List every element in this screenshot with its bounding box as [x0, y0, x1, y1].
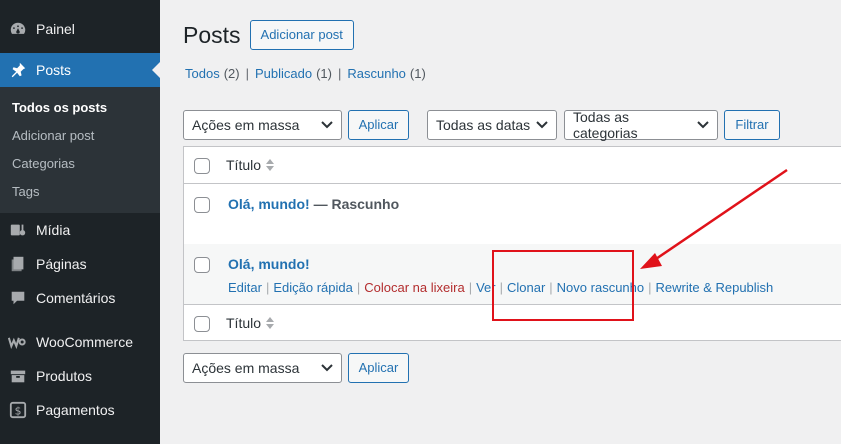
bulk-actions-value: Ações em massa [192, 117, 300, 133]
table-row: Olá, mundo! — Rascunho [184, 184, 841, 244]
row-checkbox[interactable] [194, 197, 210, 213]
menu-item-pagamentos[interactable]: $ Pagamentos [0, 393, 160, 427]
sort-icon [265, 158, 275, 172]
view-draft-link[interactable]: Rascunho [347, 66, 406, 81]
view-all-count: (2) [223, 66, 240, 81]
submenu-categorias[interactable]: Categorias [0, 149, 160, 177]
chevron-down-icon [321, 362, 333, 374]
apply-button-top[interactable]: Aplicar [348, 110, 409, 140]
menu-item-midia[interactable]: Mídia [0, 213, 160, 247]
edit-link[interactable]: Editar [228, 280, 262, 295]
post-title-link[interactable]: Olá, mundo! [228, 196, 310, 212]
highlight-box [492, 250, 634, 321]
view-all-link[interactable]: Todos [185, 66, 220, 81]
menu-item-posts[interactable]: Posts [0, 53, 160, 87]
menu-item-comentarios[interactable]: Comentários [0, 281, 160, 315]
menu-label: Painel [36, 21, 75, 37]
menu-label: Produtos [36, 368, 93, 384]
categories-filter-select[interactable]: Todas as categorias [564, 109, 718, 141]
woocommerce-icon [8, 332, 28, 352]
submenu-todos-os-posts[interactable]: Todos os posts [0, 93, 160, 121]
title-column-header[interactable]: Título [226, 157, 275, 173]
menu-label: Comentários [36, 290, 116, 306]
quick-edit-link[interactable]: Edição rápida [273, 280, 353, 295]
filter-button[interactable]: Filtrar [724, 110, 780, 140]
title-column-footer[interactable]: Título [226, 315, 275, 331]
media-icon [8, 220, 28, 240]
menu-label: Páginas [36, 256, 87, 272]
trash-link[interactable]: Colocar na lixeira [364, 280, 464, 295]
post-status-filters: Todos (2) | Publicado (1) | Rascunho (1) [185, 66, 426, 81]
pin-icon [8, 60, 28, 80]
sort-icon [265, 316, 275, 330]
chevron-down-icon [697, 119, 709, 131]
rewrite-republish-link[interactable]: Rewrite & Republish [656, 280, 774, 295]
post-title-link[interactable]: Olá, mundo! [228, 256, 310, 272]
view-draft-count: (1) [409, 66, 426, 81]
add-post-button[interactable]: Adicionar post [249, 20, 354, 50]
view-published-link[interactable]: Publicado [255, 66, 312, 81]
chevron-down-icon [321, 119, 333, 131]
menu-label: Mídia [36, 222, 71, 238]
apply-button-bottom[interactable]: Aplicar [348, 353, 409, 383]
dashboard-icon [8, 19, 28, 39]
products-icon [8, 366, 28, 386]
view-published-count: (1) [316, 66, 332, 81]
page-title: Posts [183, 22, 241, 48]
pages-icon [8, 254, 28, 274]
payments-icon: $ [8, 400, 28, 420]
menu-item-paginas[interactable]: Páginas [0, 247, 160, 281]
bulk-actions-select-top[interactable]: Ações em massa [183, 110, 342, 140]
submenu-adicionar-post[interactable]: Adicionar post [0, 121, 160, 149]
post-state: — Rascunho [313, 196, 400, 212]
chevron-down-icon [536, 119, 548, 131]
submenu-tags[interactable]: Tags [0, 177, 160, 205]
comments-icon [8, 288, 28, 308]
menu-item-woocommerce[interactable]: WooCommerce [0, 325, 160, 359]
menu-label: WooCommerce [36, 334, 133, 350]
main-content: Posts Adicionar post Todos (2) | Publica… [160, 0, 841, 444]
menu-label: Posts [36, 62, 72, 78]
svg-text:$: $ [15, 405, 22, 418]
table-header: Título [184, 147, 841, 184]
page-heading: Posts Adicionar post [183, 20, 354, 50]
menu-item-painel[interactable]: Painel [0, 12, 160, 46]
admin-sidebar: Painel Posts Todos os posts Adicionar po… [0, 0, 160, 444]
select-all-checkbox[interactable] [194, 158, 210, 174]
menu-label: Pagamentos [36, 402, 115, 418]
categories-filter-value: Todas as categorias [573, 109, 638, 141]
dates-filter-value: Todas as datas [436, 117, 531, 133]
dates-filter-select[interactable]: Todas as datas [427, 110, 557, 140]
bulk-actions-value: Ações em massa [192, 360, 300, 376]
select-all-checkbox-footer[interactable] [194, 316, 210, 332]
menu-item-produtos[interactable]: Produtos [0, 359, 160, 393]
posts-submenu: Todos os posts Adicionar post Categorias… [0, 87, 160, 213]
bulk-actions-select-bottom[interactable]: Ações em massa [183, 353, 342, 383]
row-checkbox[interactable] [194, 257, 210, 273]
